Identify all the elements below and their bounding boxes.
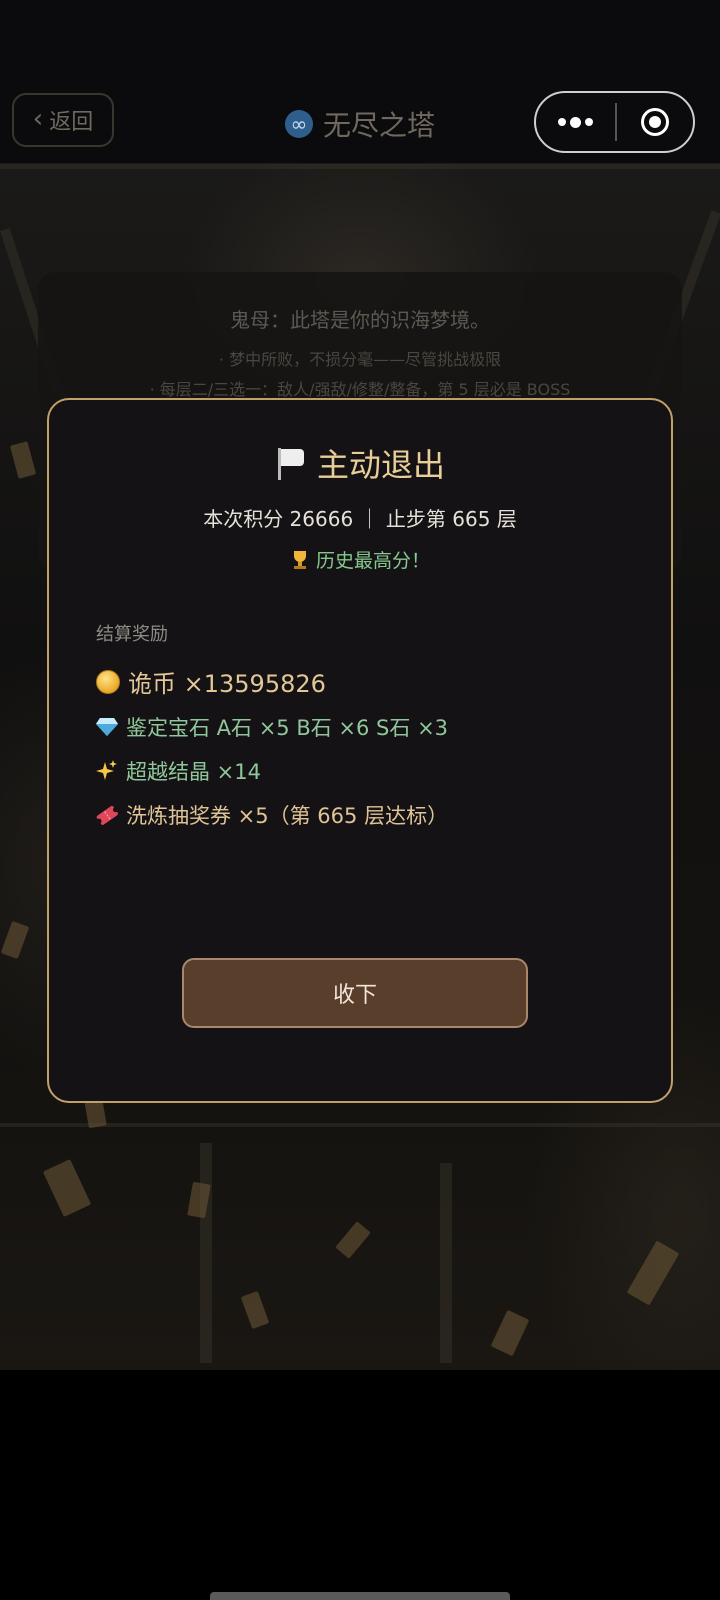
info-line-rule-2: · 每层二/三选一：敌人/强敌/修整/整备，第 5 层必是 BOSS <box>149 380 571 399</box>
target-circle-icon[interactable] <box>617 93 693 151</box>
reward-ticket: 洗炼抽奖券 ×5（第 665 层达标） <box>96 800 448 830</box>
modal-title-text: 主动退出 <box>316 446 445 484</box>
best-score-badge: 历史最高分！ <box>49 546 671 573</box>
settlement-modal: 主动退出 本次积分 26666 ｜ 止步第 665 层 历史最高分！ 结算奖励 … <box>47 398 673 1103</box>
reward-gem: 鉴定宝石 A石 ×5 B石 ×6 S石 ×3 <box>96 712 448 742</box>
sparkles-icon <box>96 760 118 782</box>
coin-icon <box>96 669 120 694</box>
best-score-text: 历史最高分！ <box>315 550 430 572</box>
reward-coin-text: 诡币 ×13595826 <box>128 670 326 698</box>
trophy-icon <box>290 550 310 570</box>
top-navbar: ‹ 返回 ∞ 无尽之塔 <box>0 0 720 164</box>
more-dots-icon[interactable] <box>536 93 615 151</box>
screen: ‹ 返回 ∞ 无尽之塔 鬼母：此塔是你的识海梦境。 · 梦中所败，不损分毫——尽… <box>0 0 720 1600</box>
gem-icon <box>96 718 118 736</box>
ticket-icon <box>96 804 118 826</box>
reward-ticket-text: 洗炼抽奖券 ×5（第 665 层达标） <box>126 804 449 828</box>
infinity-icon: ∞ <box>284 110 313 138</box>
reward-crystal: 超越结晶 ×14 <box>96 756 261 786</box>
collect-button[interactable]: 收下 <box>182 958 528 1028</box>
info-line-intro: 鬼母：此塔是你的识海梦境。 <box>230 308 490 332</box>
page-title-text: 无尽之塔 <box>322 109 435 142</box>
info-line-rule-1: · 梦中所败，不损分毫——尽管挑战极限 <box>218 350 502 369</box>
reward-crystal-text: 超越结晶 ×14 <box>126 760 261 784</box>
score-summary: 本次积分 26666 ｜ 止步第 665 层 <box>203 507 517 531</box>
modal-title: 主动退出 <box>49 440 671 486</box>
miniprogram-capsule <box>534 91 695 153</box>
reward-coin: 诡币 ×13595826 <box>96 664 326 699</box>
reward-gem-text: 鉴定宝石 A石 ×5 B石 ×6 S石 ×3 <box>126 716 449 740</box>
white-flag-icon <box>275 446 305 480</box>
rewards-heading: 结算奖励 <box>96 624 168 645</box>
home-indicator[interactable] <box>210 1592 510 1600</box>
